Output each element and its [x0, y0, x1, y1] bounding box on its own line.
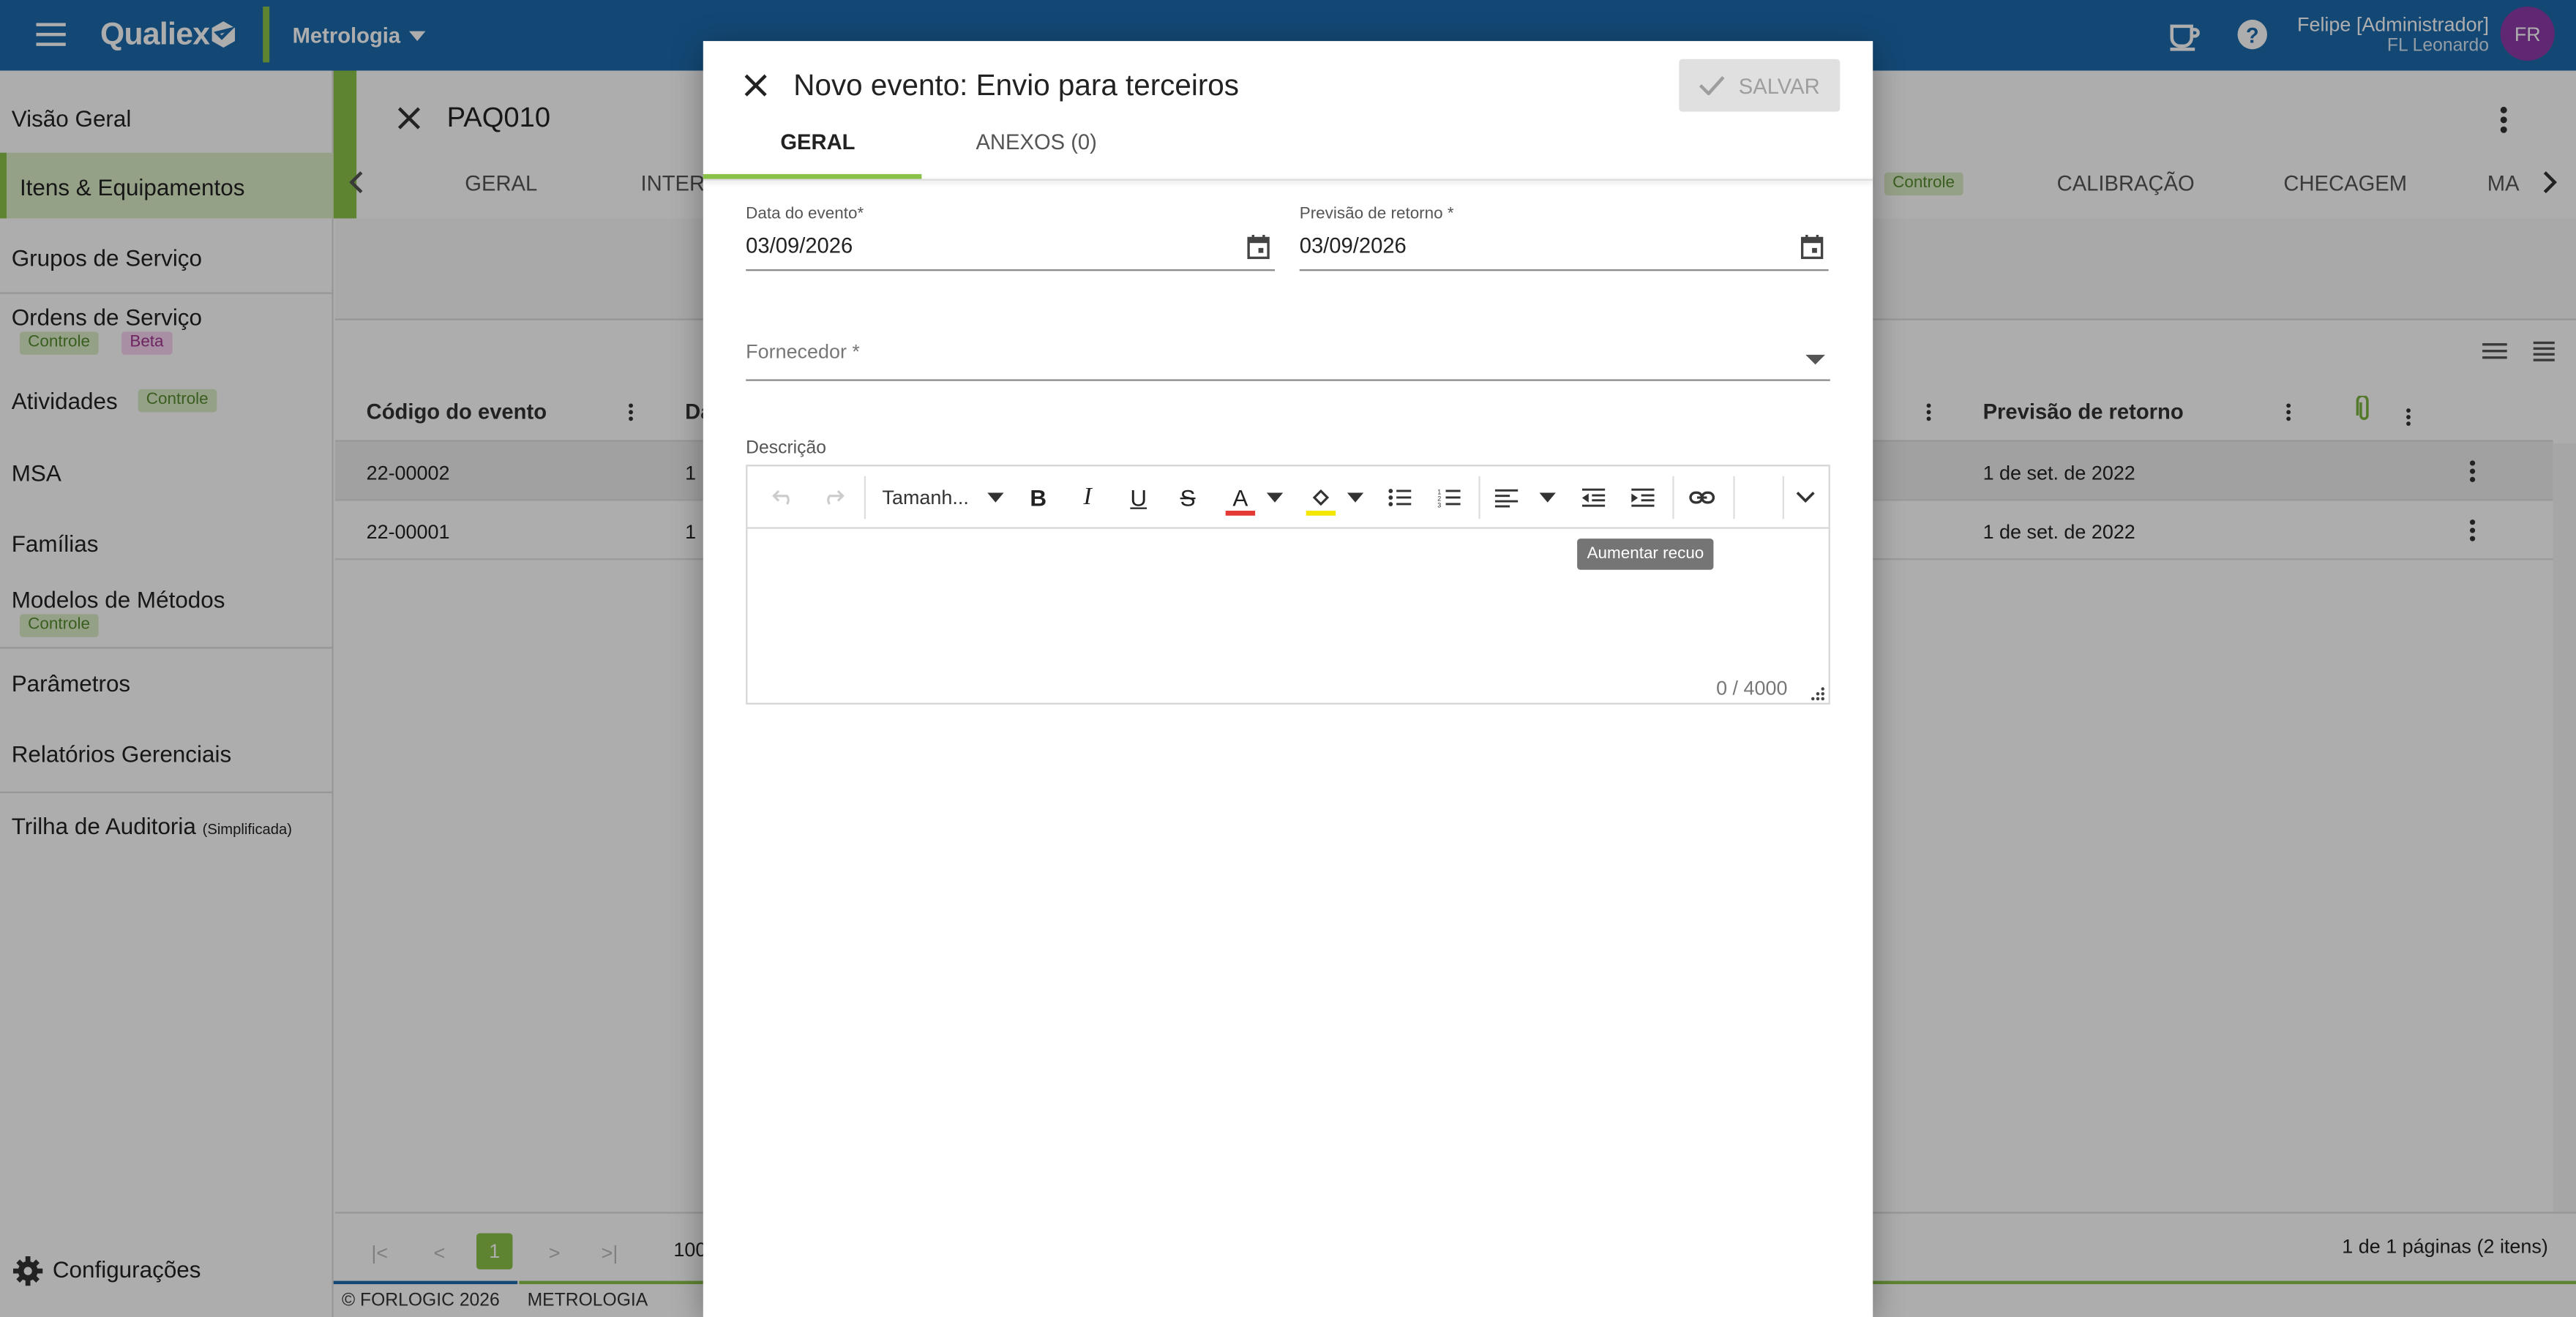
description-label: Descrição: [746, 438, 826, 459]
toolbar-separator: [864, 476, 866, 519]
align-left-icon[interactable]: [1491, 483, 1521, 512]
return-date-underline: [1299, 269, 1829, 271]
dialog-title: Novo evento: Envio para terceiros: [793, 69, 1240, 102]
chevron-down-icon[interactable]: [1805, 354, 1826, 367]
chevron-down-icon[interactable]: [1260, 483, 1289, 512]
tab-anexos[interactable]: ANEXOS (0): [976, 130, 1096, 154]
toolbar-separator: [1782, 476, 1784, 519]
toolbar-separator: [1733, 476, 1735, 519]
chevron-down-icon[interactable]: [1791, 483, 1820, 512]
close-icon[interactable]: [743, 72, 769, 99]
strikethrough-icon[interactable]: S: [1173, 483, 1202, 512]
description-editor[interactable]: Tamanh... B I U S A 123 0 / 4000: [746, 465, 1830, 705]
underline-icon[interactable]: U: [1124, 483, 1153, 512]
link-icon[interactable]: [1688, 483, 1717, 512]
supplier-underline: [746, 379, 1830, 381]
new-event-dialog: Novo evento: Envio para terceiros SALVAR…: [703, 41, 1873, 1317]
undo-icon[interactable]: [769, 483, 798, 512]
return-date-label: Previsão de retorno *: [1299, 205, 1454, 224]
highlight-color-icon[interactable]: [1306, 483, 1336, 516]
return-date-field[interactable]: 03/09/2026: [1300, 233, 1407, 258]
char-counter: 0 / 4000: [1716, 676, 1788, 700]
redo-icon[interactable]: [818, 483, 847, 512]
chevron-down-icon[interactable]: [1341, 483, 1370, 512]
event-date-label: Data do evento*: [746, 205, 864, 224]
italic-icon[interactable]: I: [1073, 483, 1102, 512]
save-label: SALVAR: [1738, 72, 1820, 98]
outdent-icon[interactable]: [1579, 483, 1608, 512]
svg-text:3: 3: [1437, 502, 1441, 508]
save-button[interactable]: SALVAR: [1679, 59, 1841, 112]
font-size-select[interactable]: Tamanh...: [883, 486, 969, 509]
event-date-field[interactable]: 03/09/2026: [746, 233, 853, 258]
supplier-select[interactable]: [746, 330, 1830, 379]
numbered-list-icon[interactable]: 123: [1434, 483, 1464, 512]
editor-toolbar: Tamanh... B I U S A 123: [747, 466, 1829, 529]
toolbar-separator: [1672, 476, 1674, 519]
bullet-list-icon[interactable]: [1385, 483, 1414, 512]
text-color-icon[interactable]: A: [1225, 483, 1256, 516]
check-icon: [1699, 75, 1726, 96]
indent-icon[interactable]: [1628, 483, 1658, 512]
resize-handle-icon[interactable]: [1811, 686, 1825, 701]
active-tab-indicator: [703, 173, 922, 179]
bold-icon[interactable]: B: [1024, 483, 1053, 512]
indent-tooltip: Aumentar recuo: [1577, 539, 1714, 570]
chevron-down-icon[interactable]: [981, 483, 1010, 512]
calendar-icon[interactable]: [1800, 234, 1824, 260]
event-date-underline: [746, 269, 1276, 271]
tabs-divider: [703, 179, 1873, 181]
chevron-down-icon[interactable]: [1532, 483, 1562, 512]
toolbar-separator: [1478, 476, 1480, 519]
calendar-icon[interactable]: [1247, 234, 1270, 260]
tab-geral[interactable]: GERAL: [780, 130, 855, 154]
